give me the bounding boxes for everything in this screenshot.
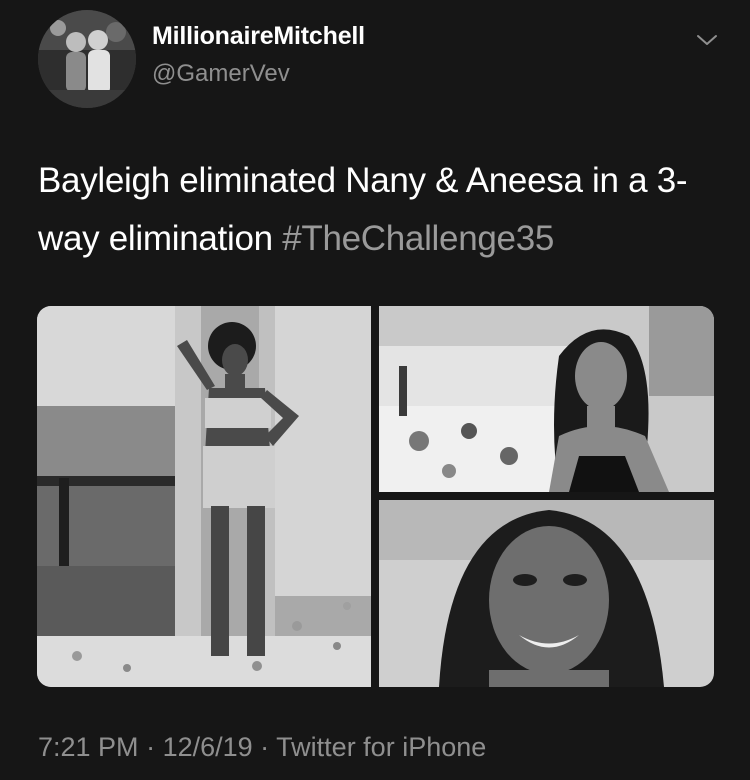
photo-selfie[interactable] — [379, 500, 714, 687]
media-grid — [37, 306, 714, 687]
tweet-date[interactable]: 12/6/19 — [163, 732, 253, 762]
hashtag-link[interactable]: #TheChallenge35 — [282, 219, 554, 258]
meta-separator: · — [252, 732, 277, 762]
photo-full-body[interactable] — [37, 306, 371, 687]
tweet-time[interactable]: 7:21 PM — [38, 732, 139, 762]
tweet-source[interactable]: Twitter for iPhone — [276, 732, 486, 762]
photo-portrait-top[interactable] — [379, 306, 714, 492]
tweet-text: Bayleigh eliminated Nany & Aneesa in a 3… — [38, 152, 728, 268]
author-display-name[interactable]: MillionaireMitchell — [152, 22, 365, 51]
avatar[interactable] — [38, 10, 136, 108]
tweet: MillionaireMitchell @GamerVev Bayleigh e… — [0, 0, 750, 780]
author-handle[interactable]: @GamerVev — [152, 60, 290, 88]
meta-separator: · — [138, 732, 163, 762]
avatar-image — [38, 10, 136, 108]
tweet-meta: 7:21 PM · 12/6/19 · Twitter for iPhone — [38, 732, 486, 763]
chevron-down-icon[interactable] — [694, 30, 720, 50]
